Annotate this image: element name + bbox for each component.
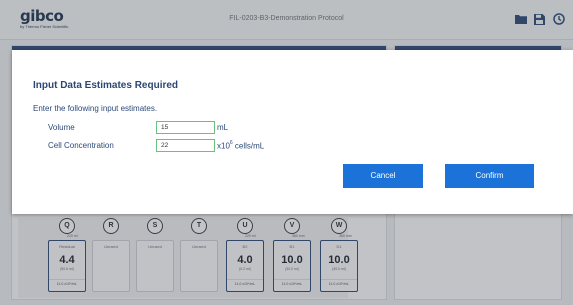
dialog-instruction: Enter the following input estimates. (33, 104, 158, 113)
cell-concentration-label: Cell Concentration (48, 141, 114, 150)
cancel-button[interactable]: Cancel (343, 164, 423, 188)
cell-concentration-input[interactable] (156, 139, 215, 152)
volume-input[interactable] (156, 121, 215, 134)
confirm-button[interactable]: Confirm (445, 164, 534, 188)
unit-prefix: x10 (217, 141, 230, 151)
unit-suffix: cells/mL (232, 141, 265, 151)
volume-unit: mL (217, 123, 229, 132)
dialog-title: Input Data Estimates Required (33, 80, 179, 91)
unit-exponent: 6 (229, 140, 233, 146)
cell-concentration-unit: x106 cells/mL (217, 140, 265, 151)
input-estimates-dialog: Input Data Estimates Required Enter the … (12, 50, 573, 214)
volume-label: Volume (48, 123, 75, 132)
